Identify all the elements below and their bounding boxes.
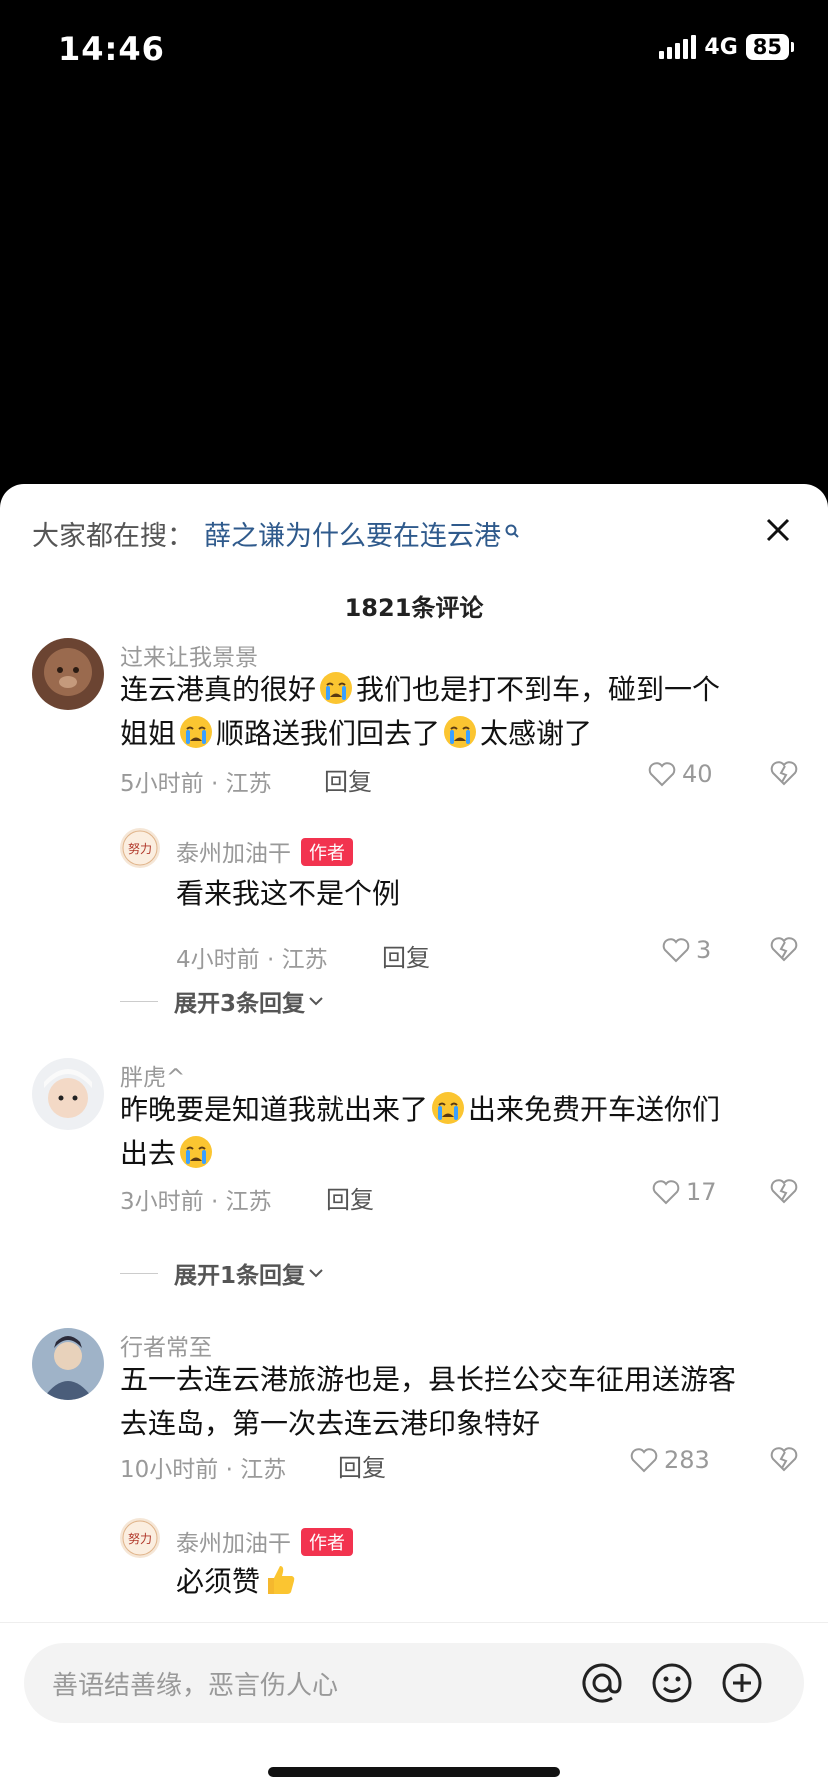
comment-text: 看来我这不是个例 xyxy=(176,877,401,910)
thumbs-up-emoji-icon xyxy=(268,1566,295,1594)
comment-username[interactable]: 过来让我景景 xyxy=(120,638,258,672)
avatar[interactable] xyxy=(32,638,104,710)
heart-icon xyxy=(648,762,676,787)
comment-input-bar: 善语结善缘，恶言伤人心 xyxy=(0,1622,828,1792)
dislike-icon[interactable] xyxy=(770,1446,798,1476)
reply-button[interactable]: 回复 xyxy=(324,762,372,797)
avatar[interactable]: 努力 xyxy=(120,1518,160,1558)
comment-meta: 4小时前 · 江苏 xyxy=(176,947,328,973)
like-count: 3 xyxy=(696,936,712,964)
comment-sheet: 大家都在搜： 薛之谦为什么要在连云港 1821条评论 过来让我景景 连云港真的很… xyxy=(0,484,828,1792)
emoji-icon[interactable] xyxy=(646,1657,698,1709)
comment-username[interactable]: 胖虎^ xyxy=(120,1058,185,1092)
comment-text: 连云港真的很好 我们也是打不到车，碰到一个 姐姐 顺路送我们回去了 太感谢了 xyxy=(120,668,800,756)
heart-icon xyxy=(630,1448,658,1473)
status-indicators: 4G 85 xyxy=(659,34,794,60)
battery-level: 85 xyxy=(745,34,789,60)
comment-text: 五一去连云港旅游也是，县长拦公交车征用送游客 去连岛，第一次去连云港印象特好 xyxy=(120,1363,737,1440)
network-type: 4G xyxy=(704,34,738,60)
comment-username[interactable]: 泰州加油干 作者 xyxy=(176,1524,353,1558)
hot-search-prefix: 大家都在搜： xyxy=(32,521,194,552)
signal-icon xyxy=(659,35,697,59)
crying-emoji-icon xyxy=(444,716,477,748)
dislike-icon[interactable] xyxy=(770,936,798,966)
crying-emoji-icon xyxy=(180,1136,213,1168)
comment-input[interactable]: 善语结善缘，恶言伤人心 xyxy=(24,1643,804,1723)
comment-text: 必须赞 xyxy=(176,1560,300,1604)
author-tag: 作者 xyxy=(301,838,353,866)
chevron-down-icon xyxy=(309,997,323,1006)
comment-username[interactable]: 泰州加油干 作者 xyxy=(176,834,353,868)
close-icon[interactable] xyxy=(756,508,800,552)
like-button[interactable]: 17 xyxy=(652,1178,717,1206)
hot-search-query[interactable]: 薛之谦为什么要在连云港 xyxy=(204,514,501,553)
author-tag: 作者 xyxy=(301,1528,353,1556)
avatar[interactable] xyxy=(32,1328,104,1400)
svg-text:努力: 努力 xyxy=(128,841,152,856)
avatar[interactable] xyxy=(32,1058,104,1130)
heart-icon xyxy=(662,938,690,963)
dislike-icon[interactable] xyxy=(770,760,798,790)
comment-meta: 10小时前 · 江苏 xyxy=(120,1457,287,1483)
like-count: 17 xyxy=(686,1178,717,1206)
search-icon xyxy=(505,518,521,549)
like-button[interactable]: 283 xyxy=(630,1446,710,1474)
hot-search-bar[interactable]: 大家都在搜： 薛之谦为什么要在连云港 xyxy=(32,514,521,553)
battery-icon: 85 xyxy=(745,34,794,60)
divider xyxy=(120,1000,158,1002)
home-indicator xyxy=(268,1767,560,1777)
mention-icon[interactable] xyxy=(576,1657,628,1709)
expand-replies-button[interactable]: 展开1条回复 xyxy=(120,1256,327,1290)
crying-emoji-icon xyxy=(320,672,353,704)
heart-icon xyxy=(652,1180,680,1205)
status-time: 14:46 xyxy=(58,30,165,68)
divider xyxy=(120,1272,158,1274)
crying-emoji-icon xyxy=(180,716,213,748)
like-count: 40 xyxy=(682,760,713,788)
comment-meta: 5小时前 · 江苏 xyxy=(120,771,272,797)
add-icon[interactable] xyxy=(716,1657,768,1709)
comment-count: 1821条评论 xyxy=(344,594,484,622)
svg-text:努力: 努力 xyxy=(128,1531,152,1546)
reply-button[interactable]: 回复 xyxy=(382,938,430,973)
reply-button[interactable]: 回复 xyxy=(338,1448,386,1483)
comment-meta: 3小时前 · 江苏 xyxy=(120,1189,272,1215)
like-button[interactable]: 3 xyxy=(662,936,711,964)
dislike-icon[interactable] xyxy=(770,1178,798,1208)
avatar[interactable]: 努力 xyxy=(120,828,160,868)
expand-replies-button[interactable]: 展开3条回复 xyxy=(120,984,327,1018)
like-count: 283 xyxy=(664,1446,710,1474)
comment-text: 昨晚要是知道我就出来了 出来免费开车送你们 出去 xyxy=(120,1088,800,1176)
comment-username[interactable]: 行者常至 xyxy=(120,1328,212,1362)
like-button[interactable]: 40 xyxy=(648,760,713,788)
crying-emoji-icon xyxy=(432,1092,465,1124)
reply-button[interactable]: 回复 xyxy=(326,1180,374,1215)
status-bar: 14:46 4G 85 xyxy=(0,0,828,100)
chevron-down-icon xyxy=(309,1269,323,1278)
comment-input-placeholder: 善语结善缘，恶言伤人心 xyxy=(52,1671,339,1701)
